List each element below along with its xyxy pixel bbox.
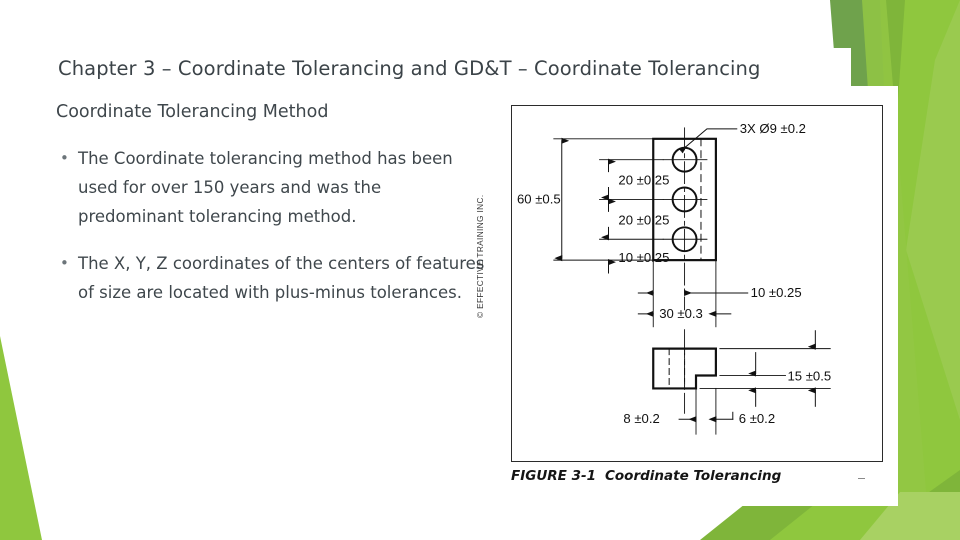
slide-canvas: Chapter 3 – Coordinate Tolerancing and G… <box>0 0 960 540</box>
list-item: • The X, Y, Z coordinates of the centers… <box>56 249 492 307</box>
bullet-icon: • <box>60 149 69 167</box>
bullet-icon: • <box>60 254 69 272</box>
subheading: Coordinate Tolerancing Method <box>56 102 329 122</box>
callout-pitch-lower: 20 ±0.25 <box>618 212 669 227</box>
callout-side-height: 15 ±0.5 <box>787 368 831 383</box>
bullet-text: The Coordinate tolerancing method has be… <box>78 149 453 226</box>
figure-frame: 3X Ø9 ±0.2 60 ±0.5 20 ±0.25 20 ±0.25 10 … <box>511 105 883 462</box>
figure-caption: FIGURE 3-1 Coordinate Tolerancing <box>511 468 781 484</box>
callout-horiz-edge: 10 ±0.25 <box>751 285 802 300</box>
callout-overall-height: 60 ±0.5 <box>517 191 561 206</box>
body-content: Coordinate Tolerancing Method • The Coor… <box>56 100 492 325</box>
figure-card: © EFFECTIVE TRAINING INC. 3X Ø9 ±0.2 60 … <box>475 86 898 506</box>
callout-edge-to-hole: 10 ±0.25 <box>618 250 669 265</box>
bullet-text: The X, Y, Z coordinates of the centers o… <box>78 254 485 302</box>
engineering-drawing: 3X Ø9 ±0.2 60 ±0.5 20 ±0.25 20 ±0.25 10 … <box>517 121 831 435</box>
page-title: Chapter 3 – Coordinate Tolerancing and G… <box>58 57 761 80</box>
deco-shape-left-triangle <box>0 336 42 540</box>
figure-caption-label: FIGURE 3-1 <box>511 468 596 484</box>
figure-caption-title: Coordinate Tolerancing <box>605 468 782 484</box>
callout-horiz-width: 30 ±0.3 <box>659 306 703 321</box>
deco-shape-right-pale <box>906 0 960 420</box>
callout-step-right: 6 ±0.2 <box>739 411 775 426</box>
list-item: • The Coordinate tolerancing method has … <box>56 144 492 231</box>
callout-pitch-upper: 20 ±0.25 <box>618 173 669 188</box>
callout-hole: 3X Ø9 ±0.2 <box>740 121 806 136</box>
callout-step-left: 8 ±0.2 <box>623 411 659 426</box>
figure-copyright: © EFFECTIVE TRAINING INC. <box>475 194 485 318</box>
caption-tick-mark <box>858 478 865 479</box>
